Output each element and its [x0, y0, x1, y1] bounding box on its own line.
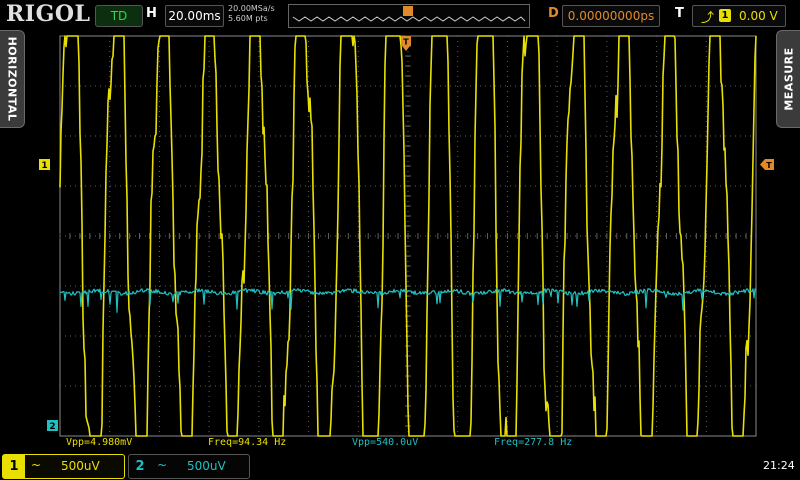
channel-2-scale: 500uV	[187, 459, 226, 473]
trigger-level-marker-label: T	[766, 161, 772, 170]
ac-coupling-icon: ~	[31, 458, 42, 472]
trigger-marker-label: T	[403, 38, 409, 47]
channel-2-number: 2	[135, 459, 145, 474]
ch2-marker-label: 2	[49, 422, 55, 432]
channel-2-settings[interactable]: 2 ~ 500uV	[128, 454, 250, 479]
measurement-ch1-freq: Freq=94.34 Hz	[208, 437, 287, 448]
channel-1-scale: 500uV	[61, 459, 100, 473]
channel-1-settings[interactable]: 1 ~ 500uV	[2, 454, 125, 479]
ch1-offset-marker[interactable]: 1	[39, 159, 50, 171]
trigger-level-marker[interactable]: T	[760, 159, 774, 170]
ch1-marker-label: 1	[41, 161, 47, 171]
waveform-display[interactable]: T 1 T 2	[0, 0, 800, 452]
ch2-waveform	[59, 288, 757, 313]
channel-1-number: 1	[3, 455, 25, 478]
measurement-ch1-vpp: Vpp=4.980mV	[66, 437, 133, 448]
channel-status-bar: 1 ~ 500uV 2 ~ 500uV 21:24	[0, 452, 800, 480]
measurement-ch2-vpp: Vpp=540.0uV	[352, 437, 419, 448]
ch2-offset-marker[interactable]: 2	[47, 420, 58, 432]
measurement-ch2-freq: Freq=277.8 Hz	[494, 437, 573, 448]
trigger-position-marker[interactable]: T	[401, 36, 411, 51]
ac-coupling-icon: ~	[157, 458, 168, 472]
system-clock: 21:24	[763, 459, 795, 472]
